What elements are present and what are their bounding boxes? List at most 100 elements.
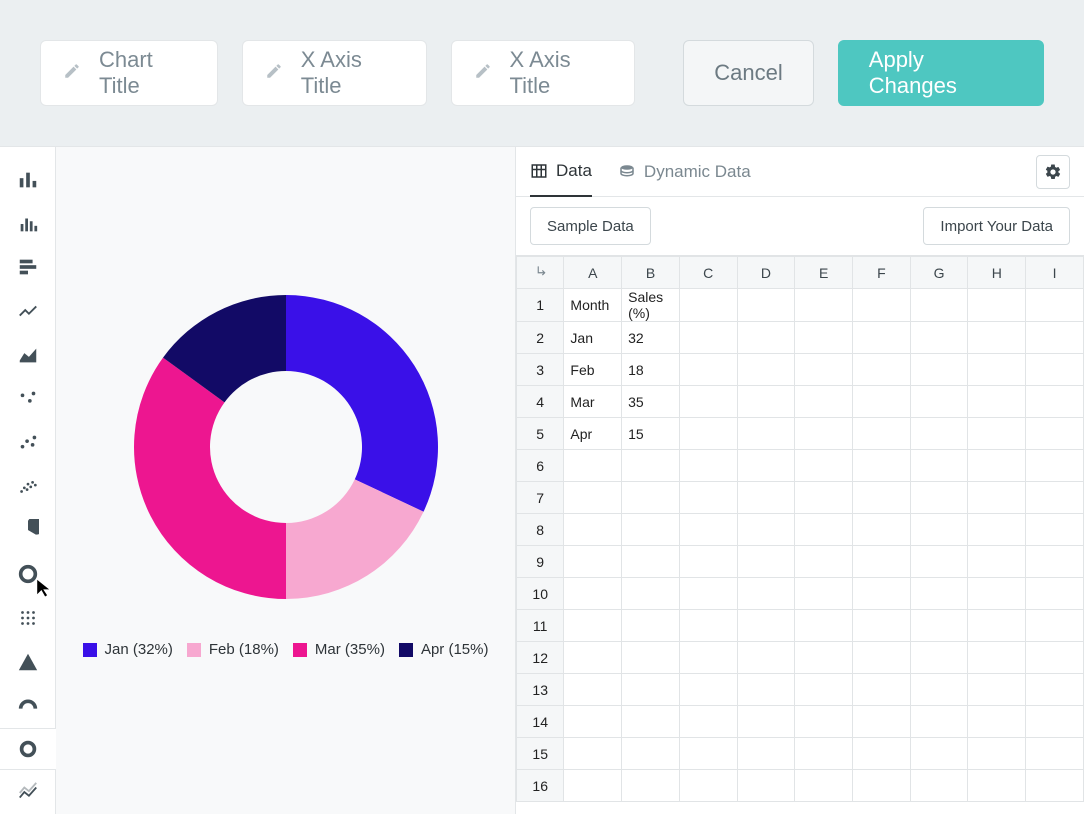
line-chart-button[interactable]	[0, 290, 56, 332]
cell-D10[interactable]	[737, 578, 795, 610]
cell-E7[interactable]	[795, 482, 853, 514]
cell-A4[interactable]: Mar	[564, 386, 622, 418]
cell-G15[interactable]	[910, 738, 968, 770]
cell-B6[interactable]	[622, 450, 680, 482]
row-header-4[interactable]: 4	[517, 386, 564, 418]
cell-B11[interactable]	[622, 610, 680, 642]
cell-D12[interactable]	[737, 642, 795, 674]
cell-D7[interactable]	[737, 482, 795, 514]
cell-I2[interactable]	[1026, 322, 1084, 354]
row-header-8[interactable]: 8	[517, 514, 564, 546]
grid-matrix-button[interactable]	[0, 597, 56, 639]
cell-C10[interactable]	[679, 578, 737, 610]
row-header-1[interactable]: 1	[517, 289, 564, 322]
cell-B7[interactable]	[622, 482, 680, 514]
cell-F12[interactable]	[853, 642, 911, 674]
cell-B13[interactable]	[622, 674, 680, 706]
cell-I8[interactable]	[1026, 514, 1084, 546]
cell-B10[interactable]	[622, 578, 680, 610]
cell-E6[interactable]	[795, 450, 853, 482]
cell-C1[interactable]	[679, 289, 737, 322]
cell-G8[interactable]	[910, 514, 968, 546]
cell-F16[interactable]	[853, 770, 911, 802]
cell-E12[interactable]	[795, 642, 853, 674]
cell-G7[interactable]	[910, 482, 968, 514]
cell-B4[interactable]: 35	[622, 386, 680, 418]
cell-C14[interactable]	[679, 706, 737, 738]
cell-D14[interactable]	[737, 706, 795, 738]
cell-A3[interactable]: Feb	[564, 354, 622, 386]
cell-B2[interactable]: 32	[622, 322, 680, 354]
cell-C15[interactable]	[679, 738, 737, 770]
col-header-I[interactable]: I	[1026, 257, 1084, 289]
cell-A12[interactable]	[564, 642, 622, 674]
cell-H16[interactable]	[968, 770, 1026, 802]
col-header-F[interactable]: F	[853, 257, 911, 289]
cell-I7[interactable]	[1026, 482, 1084, 514]
row-header-11[interactable]: 11	[517, 610, 564, 642]
cell-H12[interactable]	[968, 642, 1026, 674]
cell-H8[interactable]	[968, 514, 1026, 546]
cell-F7[interactable]	[853, 482, 911, 514]
cell-H2[interactable]	[968, 322, 1026, 354]
cell-E5[interactable]	[795, 418, 853, 450]
col-header-E[interactable]: E	[795, 257, 853, 289]
cell-H11[interactable]	[968, 610, 1026, 642]
cell-C6[interactable]	[679, 450, 737, 482]
cell-G3[interactable]	[910, 354, 968, 386]
cell-A13[interactable]	[564, 674, 622, 706]
scatter-dots-button[interactable]	[0, 378, 56, 420]
row-header-14[interactable]: 14	[517, 706, 564, 738]
cell-A8[interactable]	[564, 514, 622, 546]
cell-C16[interactable]	[679, 770, 737, 802]
cell-F9[interactable]	[853, 546, 911, 578]
cell-B12[interactable]	[622, 642, 680, 674]
cell-B16[interactable]	[622, 770, 680, 802]
cell-F14[interactable]	[853, 706, 911, 738]
cell-B9[interactable]	[622, 546, 680, 578]
cell-G5[interactable]	[910, 418, 968, 450]
cell-E16[interactable]	[795, 770, 853, 802]
row-header-3[interactable]: 3	[517, 354, 564, 386]
cell-A6[interactable]	[564, 450, 622, 482]
bubble-chart-button[interactable]	[0, 422, 56, 464]
row-header-9[interactable]: 9	[517, 546, 564, 578]
cell-F11[interactable]	[853, 610, 911, 642]
cell-B1[interactable]: Sales (%)	[622, 289, 680, 322]
cell-G12[interactable]	[910, 642, 968, 674]
cell-F8[interactable]	[853, 514, 911, 546]
cell-C8[interactable]	[679, 514, 737, 546]
cell-E15[interactable]	[795, 738, 853, 770]
cell-D3[interactable]	[737, 354, 795, 386]
cell-E2[interactable]	[795, 322, 853, 354]
row-header-10[interactable]: 10	[517, 578, 564, 610]
cell-B3[interactable]: 18	[622, 354, 680, 386]
cell-A1[interactable]: Month	[564, 289, 622, 322]
candlestick-button[interactable]	[0, 772, 56, 814]
cell-A9[interactable]	[564, 546, 622, 578]
scatter-dense-button[interactable]	[0, 466, 56, 508]
cell-F15[interactable]	[853, 738, 911, 770]
cell-G1[interactable]	[910, 289, 968, 322]
cell-D15[interactable]	[737, 738, 795, 770]
cell-A2[interactable]: Jan	[564, 322, 622, 354]
cell-I3[interactable]	[1026, 354, 1084, 386]
row-header-7[interactable]: 7	[517, 482, 564, 514]
cell-I6[interactable]	[1026, 450, 1084, 482]
cancel-button[interactable]: Cancel	[683, 40, 813, 106]
pyramid-chart-button[interactable]	[0, 641, 56, 683]
cell-H3[interactable]	[968, 354, 1026, 386]
cell-I5[interactable]	[1026, 418, 1084, 450]
col-header-G[interactable]: G	[910, 257, 968, 289]
cell-E4[interactable]	[795, 386, 853, 418]
cell-G13[interactable]	[910, 674, 968, 706]
row-header-6[interactable]: 6	[517, 450, 564, 482]
cell-F4[interactable]	[853, 386, 911, 418]
cell-D11[interactable]	[737, 610, 795, 642]
row-header-12[interactable]: 12	[517, 642, 564, 674]
cell-H9[interactable]	[968, 546, 1026, 578]
cell-E1[interactable]	[795, 289, 853, 322]
cell-F13[interactable]	[853, 674, 911, 706]
cell-I4[interactable]	[1026, 386, 1084, 418]
cell-F6[interactable]	[853, 450, 911, 482]
